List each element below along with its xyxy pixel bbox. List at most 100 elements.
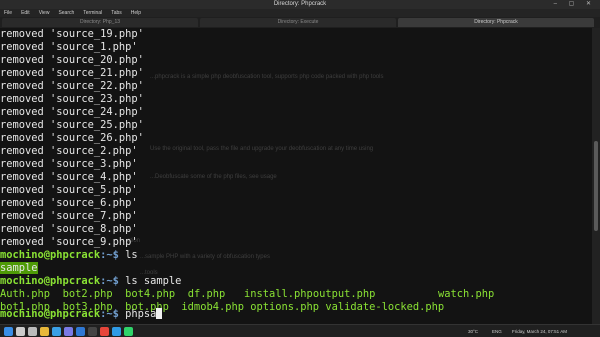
windows-start-icon[interactable] — [4, 327, 13, 336]
window-titlebar[interactable]: Directory: Phpcrack – ▢ ✕ — [0, 0, 600, 9]
output-line: removed 'source_1.php' — [0, 41, 138, 54]
removed-label: removed — [0, 67, 51, 79]
output-line: removed 'source_6.php' — [0, 197, 138, 210]
task-view-icon[interactable] — [28, 327, 37, 336]
output-line: removed 'source_21.php' — [0, 67, 144, 80]
removed-label: removed — [0, 93, 51, 105]
folder-icon[interactable] — [40, 327, 49, 336]
removed-filename: 'source_8.php' — [50, 223, 138, 235]
removed-filename: 'source_1.php' — [50, 41, 138, 53]
menu-help[interactable]: Help — [127, 9, 146, 17]
output-line: removed 'source_23.php' — [0, 93, 144, 106]
removed-label: removed — [0, 119, 51, 131]
store-icon[interactable] — [64, 327, 73, 336]
music-icon[interactable] — [124, 327, 133, 336]
scrollbar-thumb[interactable] — [594, 141, 598, 231]
ls-output-line: sample — [0, 262, 38, 275]
removed-label: removed — [0, 171, 51, 183]
removed-filename: 'source_23.php' — [50, 93, 144, 105]
removed-filename: 'source_19.php' — [50, 28, 144, 40]
mail-icon[interactable] — [76, 327, 85, 336]
output-line: removed 'source_19.php' — [0, 28, 144, 41]
removed-label: removed — [0, 106, 51, 118]
menu-search[interactable]: Search — [54, 9, 79, 17]
menu-view[interactable]: View — [35, 9, 55, 17]
background-text: Use the original tool, pass the file and… — [150, 146, 374, 152]
prompt-line: mochino@phpcrack:~$ ls — [0, 249, 138, 262]
background-text: ...Deobfuscate some of the php files, se… — [150, 174, 277, 180]
removed-filename: 'source_21.php' — [50, 67, 144, 79]
output-line: removed 'source_7.php' — [0, 210, 138, 223]
removed-label: removed — [0, 28, 51, 40]
removed-label: removed — [0, 197, 51, 209]
prompt-line: mochino@phpcrack:~$ phpsa — [0, 308, 163, 321]
tab-bar: Directory: Php_13 Directory: Execute Dir… — [0, 17, 600, 28]
search-icon[interactable] — [16, 327, 25, 336]
removed-label: removed — [0, 184, 51, 196]
command-text: ls sample — [125, 275, 182, 287]
menu-tabs[interactable]: Tabs — [107, 9, 127, 17]
removed-filename: 'source_4.php' — [50, 171, 138, 183]
tab-php13[interactable]: Directory: Php_13 — [2, 18, 198, 27]
removed-label: removed — [0, 145, 51, 157]
removed-label: removed — [0, 210, 51, 222]
chrome-icon[interactable] — [100, 327, 109, 336]
terminal-scrollbar[interactable] — [592, 28, 600, 324]
removed-filename: 'source_24.php' — [50, 106, 144, 118]
editor-icon[interactable] — [112, 327, 121, 336]
terminal-output[interactable]: ...phpcrack is a simple php deobfuscatio… — [0, 28, 592, 324]
removed-filename: 'source_25.php' — [50, 119, 144, 131]
menu-bar: File Edit View Search Terminal Tabs Help — [0, 9, 600, 17]
output-line: removed 'source_2.php' — [0, 145, 138, 158]
menu-terminal[interactable]: Terminal — [79, 9, 107, 17]
removed-label: removed — [0, 41, 51, 53]
removed-filename: 'source_6.php' — [50, 197, 138, 209]
removed-filename: 'source_9.php' — [50, 236, 138, 248]
weather-text[interactable]: 30°C — [468, 325, 478, 337]
background-text: ...sample PHP with a variety of obfuscat… — [140, 254, 270, 260]
terminal-icon[interactable] — [88, 327, 97, 336]
output-line: removed 'source_26.php' — [0, 132, 144, 145]
menu-file[interactable]: File — [0, 9, 17, 17]
file-entry: idmob4.php — [181, 301, 244, 313]
file-entry: bot4.php — [125, 288, 176, 300]
removed-filename: 'source_26.php' — [50, 132, 144, 144]
file-entry: df.php — [187, 288, 226, 300]
taskbar: 30°C ENG Friday, March 24, 07:51 AM — [0, 324, 600, 337]
removed-filename: 'source_5.php' — [50, 184, 138, 196]
language-indicator[interactable]: ENG — [492, 325, 502, 337]
directory-sample: sample — [0, 262, 38, 274]
prompt-path: :~$ — [100, 308, 119, 320]
removed-label: removed — [0, 223, 51, 235]
prompt-user: mochino@phpcrack — [0, 275, 101, 287]
date-time[interactable]: Friday, March 24, 07:51 AM — [512, 325, 567, 337]
file-entry: validate-locked.php — [325, 301, 445, 313]
command-text: ls — [125, 249, 138, 261]
removed-filename: 'source_3.php' — [50, 158, 138, 170]
output-line: removed 'source_8.php' — [0, 223, 138, 236]
menu-edit[interactable]: Edit — [17, 9, 35, 17]
output-line: removed 'source_9.php' — [0, 236, 138, 249]
removed-label: removed — [0, 54, 51, 66]
file-entry: Auth.php — [0, 288, 51, 300]
prompt-user: mochino@phpcrack — [0, 308, 101, 320]
command-input[interactable]: phpsa — [125, 308, 156, 320]
prompt-path: :~$ — [100, 249, 119, 261]
output-line: removed 'source_3.php' — [0, 158, 138, 171]
file-entry: output.php — [312, 288, 376, 300]
removed-label: removed — [0, 158, 51, 170]
text-cursor — [156, 308, 163, 319]
window-controls[interactable]: – ▢ ✕ — [554, 0, 596, 9]
output-line: removed 'source_24.php' — [0, 106, 144, 119]
file-entry: options.php — [250, 301, 320, 313]
file-entry: bot2.php — [62, 288, 113, 300]
removed-filename: 'source_7.php' — [50, 210, 138, 222]
file-entry: watch.php — [437, 288, 495, 300]
output-line: removed 'source_25.php' — [0, 119, 144, 132]
browser-icon[interactable] — [52, 327, 61, 336]
removed-label: removed — [0, 236, 51, 248]
tab-phpcrack[interactable]: Directory: Phpcrack — [398, 18, 594, 27]
output-line: removed 'source_4.php' — [0, 171, 138, 184]
removed-filename: 'source_22.php' — [50, 80, 144, 92]
tab-execute[interactable]: Directory: Execute — [200, 18, 396, 27]
